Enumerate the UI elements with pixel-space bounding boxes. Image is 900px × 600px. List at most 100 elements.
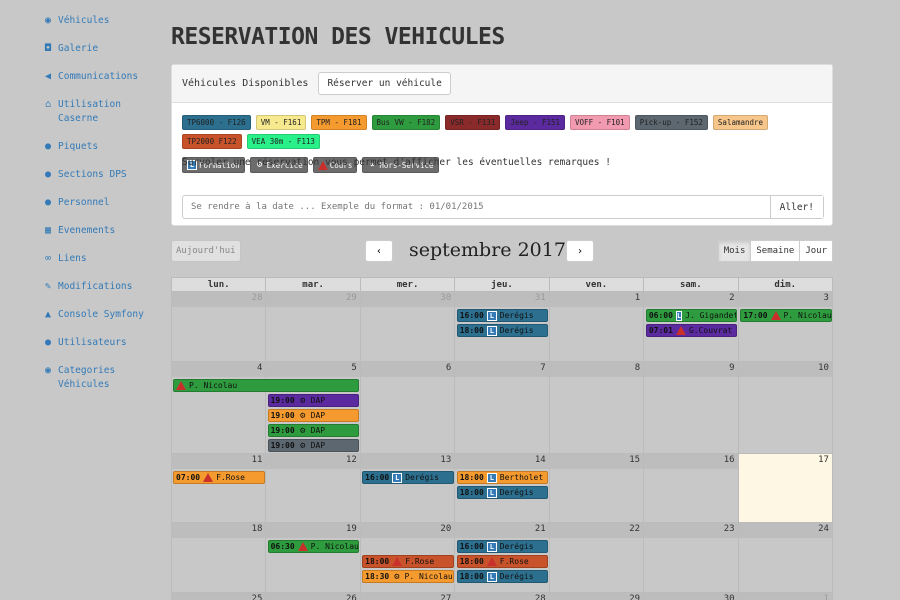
vehicle-tag[interactable]: Salamandre <box>712 115 769 130</box>
sidebar-item-communications[interactable]: ◀ Communications <box>45 70 160 84</box>
vehicle-tag[interactable]: VOFF - F101 <box>570 115 630 130</box>
sidebar-item-v-hicules[interactable]: ◉ Véhicules <box>45 14 160 28</box>
day-cell[interactable]: 27 <box>360 593 456 600</box>
reservation-event[interactable]: 19:00 ⚙ DAP <box>267 394 360 407</box>
sidebar-item-liens[interactable]: ∞ Liens <box>45 252 160 266</box>
day-cell[interactable]: 4 <box>172 362 267 454</box>
day-cell[interactable]: 28 <box>172 292 267 362</box>
alert-icon: ● <box>45 141 52 152</box>
day-cell[interactable]: 29 <box>266 292 361 362</box>
event-title: Derégis <box>499 572 534 581</box>
prev-month-button[interactable]: ‹ <box>365 240 393 262</box>
day-cell[interactable]: 3 <box>738 292 833 362</box>
day-cell[interactable]: 18 <box>172 523 267 593</box>
reservation-event[interactable]: 18:00 L Bertholet <box>456 471 549 484</box>
day-cell[interactable]: 7 <box>455 362 550 454</box>
vehicle-tag[interactable]: VSR - F131 <box>445 115 501 130</box>
sidebar-item-utilisateurs[interactable]: ● Utilisateurs <box>45 336 160 350</box>
day-cell[interactable]: 8 <box>549 362 645 454</box>
day-cell[interactable]: 26 <box>266 593 361 600</box>
vehicle-tag[interactable]: Bus VW - F182 <box>371 115 441 130</box>
day-cell[interactable]: 1 <box>549 292 645 362</box>
vehicle-tag[interactable]: Pick-up - F152 <box>634 115 708 130</box>
sidebar-item-sections-dps[interactable]: ● Sections DPS <box>45 168 160 182</box>
reserve-vehicle-button[interactable]: Réserver un véhicule <box>318 72 451 95</box>
event-time: 16:00 <box>365 473 390 482</box>
day-number-bar <box>644 292 738 307</box>
sidebar-item-piquets[interactable]: ● Piquets <box>45 140 160 154</box>
reservation-event[interactable]: 18:00 L Derégis <box>456 570 549 583</box>
goto-date-input[interactable] <box>183 196 770 218</box>
vehicle-tag[interactable]: VEA 30m - F113 <box>246 134 320 149</box>
sidebar-item-galerie[interactable]: ◘ Galerie <box>45 42 160 56</box>
reservation-event[interactable]: 18:00 F.Rose <box>456 555 549 568</box>
next-month-button[interactable]: › <box>566 240 594 262</box>
vehicle-tag[interactable]: TP6000 - F126 <box>182 115 251 130</box>
day-number: 18 <box>251 524 263 534</box>
sidebar-item-evenements[interactable]: ▦ Evenements <box>45 224 160 238</box>
reservation-event[interactable]: 18:00 L Derégis <box>456 486 549 499</box>
day-cell[interactable]: 1 <box>738 593 833 600</box>
page-title: RESERVATION DES VEHICULES <box>171 24 505 50</box>
day-cell[interactable]: 25 <box>172 593 267 600</box>
reservation-event[interactable]: 17:00 P. Nicolau <box>740 309 832 322</box>
day-cell[interactable]: 15 <box>549 454 645 523</box>
day-cell[interactable]: 13 <box>360 454 456 523</box>
reservation-event[interactable]: 16:00 L Derégis <box>456 309 549 322</box>
reservation-event[interactable]: 19:00 ⚙ DAP <box>267 424 360 437</box>
reservation-event[interactable]: 18:00 L Derégis <box>456 324 549 337</box>
reservation-event[interactable]: 18:30 ⚙ P. Nicolau <box>362 570 454 583</box>
view-jour-button[interactable]: Jour <box>799 240 833 262</box>
day-cell[interactable]: 10 <box>738 362 833 454</box>
day-cell[interactable]: 17 <box>738 454 833 523</box>
day-cell[interactable]: 30 <box>644 593 739 600</box>
reservation-event[interactable]: 18:00 F.Rose <box>362 555 454 568</box>
day-cell[interactable]: 19 <box>266 523 361 593</box>
reservation-event[interactable]: 16:00 L Derégis <box>456 540 549 553</box>
day-cell[interactable]: 9 <box>644 362 739 454</box>
vehicle-tag[interactable]: TP2000 F122 <box>182 134 242 149</box>
vehicle-tag[interactable]: Jeep - F151 <box>505 115 566 130</box>
event-title: DAP <box>310 426 326 435</box>
vehicle-tag[interactable]: VM - F161 <box>255 115 307 130</box>
sidebar-item-console-symfony[interactable]: ▲ Console Symfony <box>45 308 160 322</box>
reservation-event[interactable]: 06:30 P. Nicolau <box>267 540 360 553</box>
reservation-event[interactable]: 19:00 ⚙ DAP <box>267 439 360 452</box>
sidebar-item-label: Categories Véhicules <box>58 365 116 390</box>
reservation-event[interactable]: 16:00 L Derégis <box>362 471 454 484</box>
pencil-icon: ✎ <box>45 281 52 292</box>
sidebar-item-categories-v-hicules[interactable]: ◉ Categories Véhicules <box>45 364 160 392</box>
day-cell[interactable]: 23 <box>644 523 739 593</box>
reservation-event[interactable]: P. Nicolau <box>173 379 360 392</box>
reservation-event[interactable]: 07:00 F.Rose <box>173 471 265 484</box>
today-button[interactable]: Aujourd'hui <box>171 240 241 262</box>
formation-icon: L <box>486 325 497 336</box>
day-cell[interactable]: 30 <box>360 292 456 362</box>
day-cell[interactable]: 12 <box>266 454 361 523</box>
calendar-icon: ▦ <box>45 225 52 236</box>
day-cell[interactable]: 11 <box>172 454 267 523</box>
panel-header: Véhicules Disponibles Réserver un véhicu… <box>172 65 832 103</box>
day-number: 24 <box>818 524 829 534</box>
reservation-event[interactable]: 06:00 L J. Gigandet <box>645 309 738 322</box>
event-time: 16:00 <box>459 311 484 320</box>
view-mois-button[interactable]: Mois <box>717 240 752 262</box>
vehicle-tag[interactable]: TPM - F181 <box>311 115 367 130</box>
day-cell[interactable]: 16 <box>644 454 739 523</box>
day-cell[interactable]: 22 <box>549 523 645 593</box>
sidebar-item-utilisation-caserne[interactable]: ⌂ Utilisation Caserne <box>45 98 160 126</box>
event-title: Derégis <box>499 326 534 335</box>
day-number-bar <box>266 362 360 377</box>
sidebar-item-personnel[interactable]: ● Personnel <box>45 196 160 210</box>
day-cell[interactable]: 28 <box>455 593 550 600</box>
sidebar-item-modifications[interactable]: ✎ Modifications <box>45 280 160 294</box>
day-cell[interactable]: 24 <box>738 523 833 593</box>
day-number: 29 <box>629 594 641 600</box>
view-semaine-button[interactable]: Semaine <box>750 240 801 262</box>
reservation-event[interactable]: 07:01 G.Couvrat <box>645 324 738 337</box>
reservation-event[interactable]: 19:00 ⚙ DAP <box>267 409 360 422</box>
day-cell[interactable]: 6 <box>360 362 456 454</box>
circle-icon: ◉ <box>45 365 52 376</box>
day-cell[interactable]: 29 <box>549 593 645 600</box>
goto-date-button[interactable]: Aller! <box>769 196 823 218</box>
